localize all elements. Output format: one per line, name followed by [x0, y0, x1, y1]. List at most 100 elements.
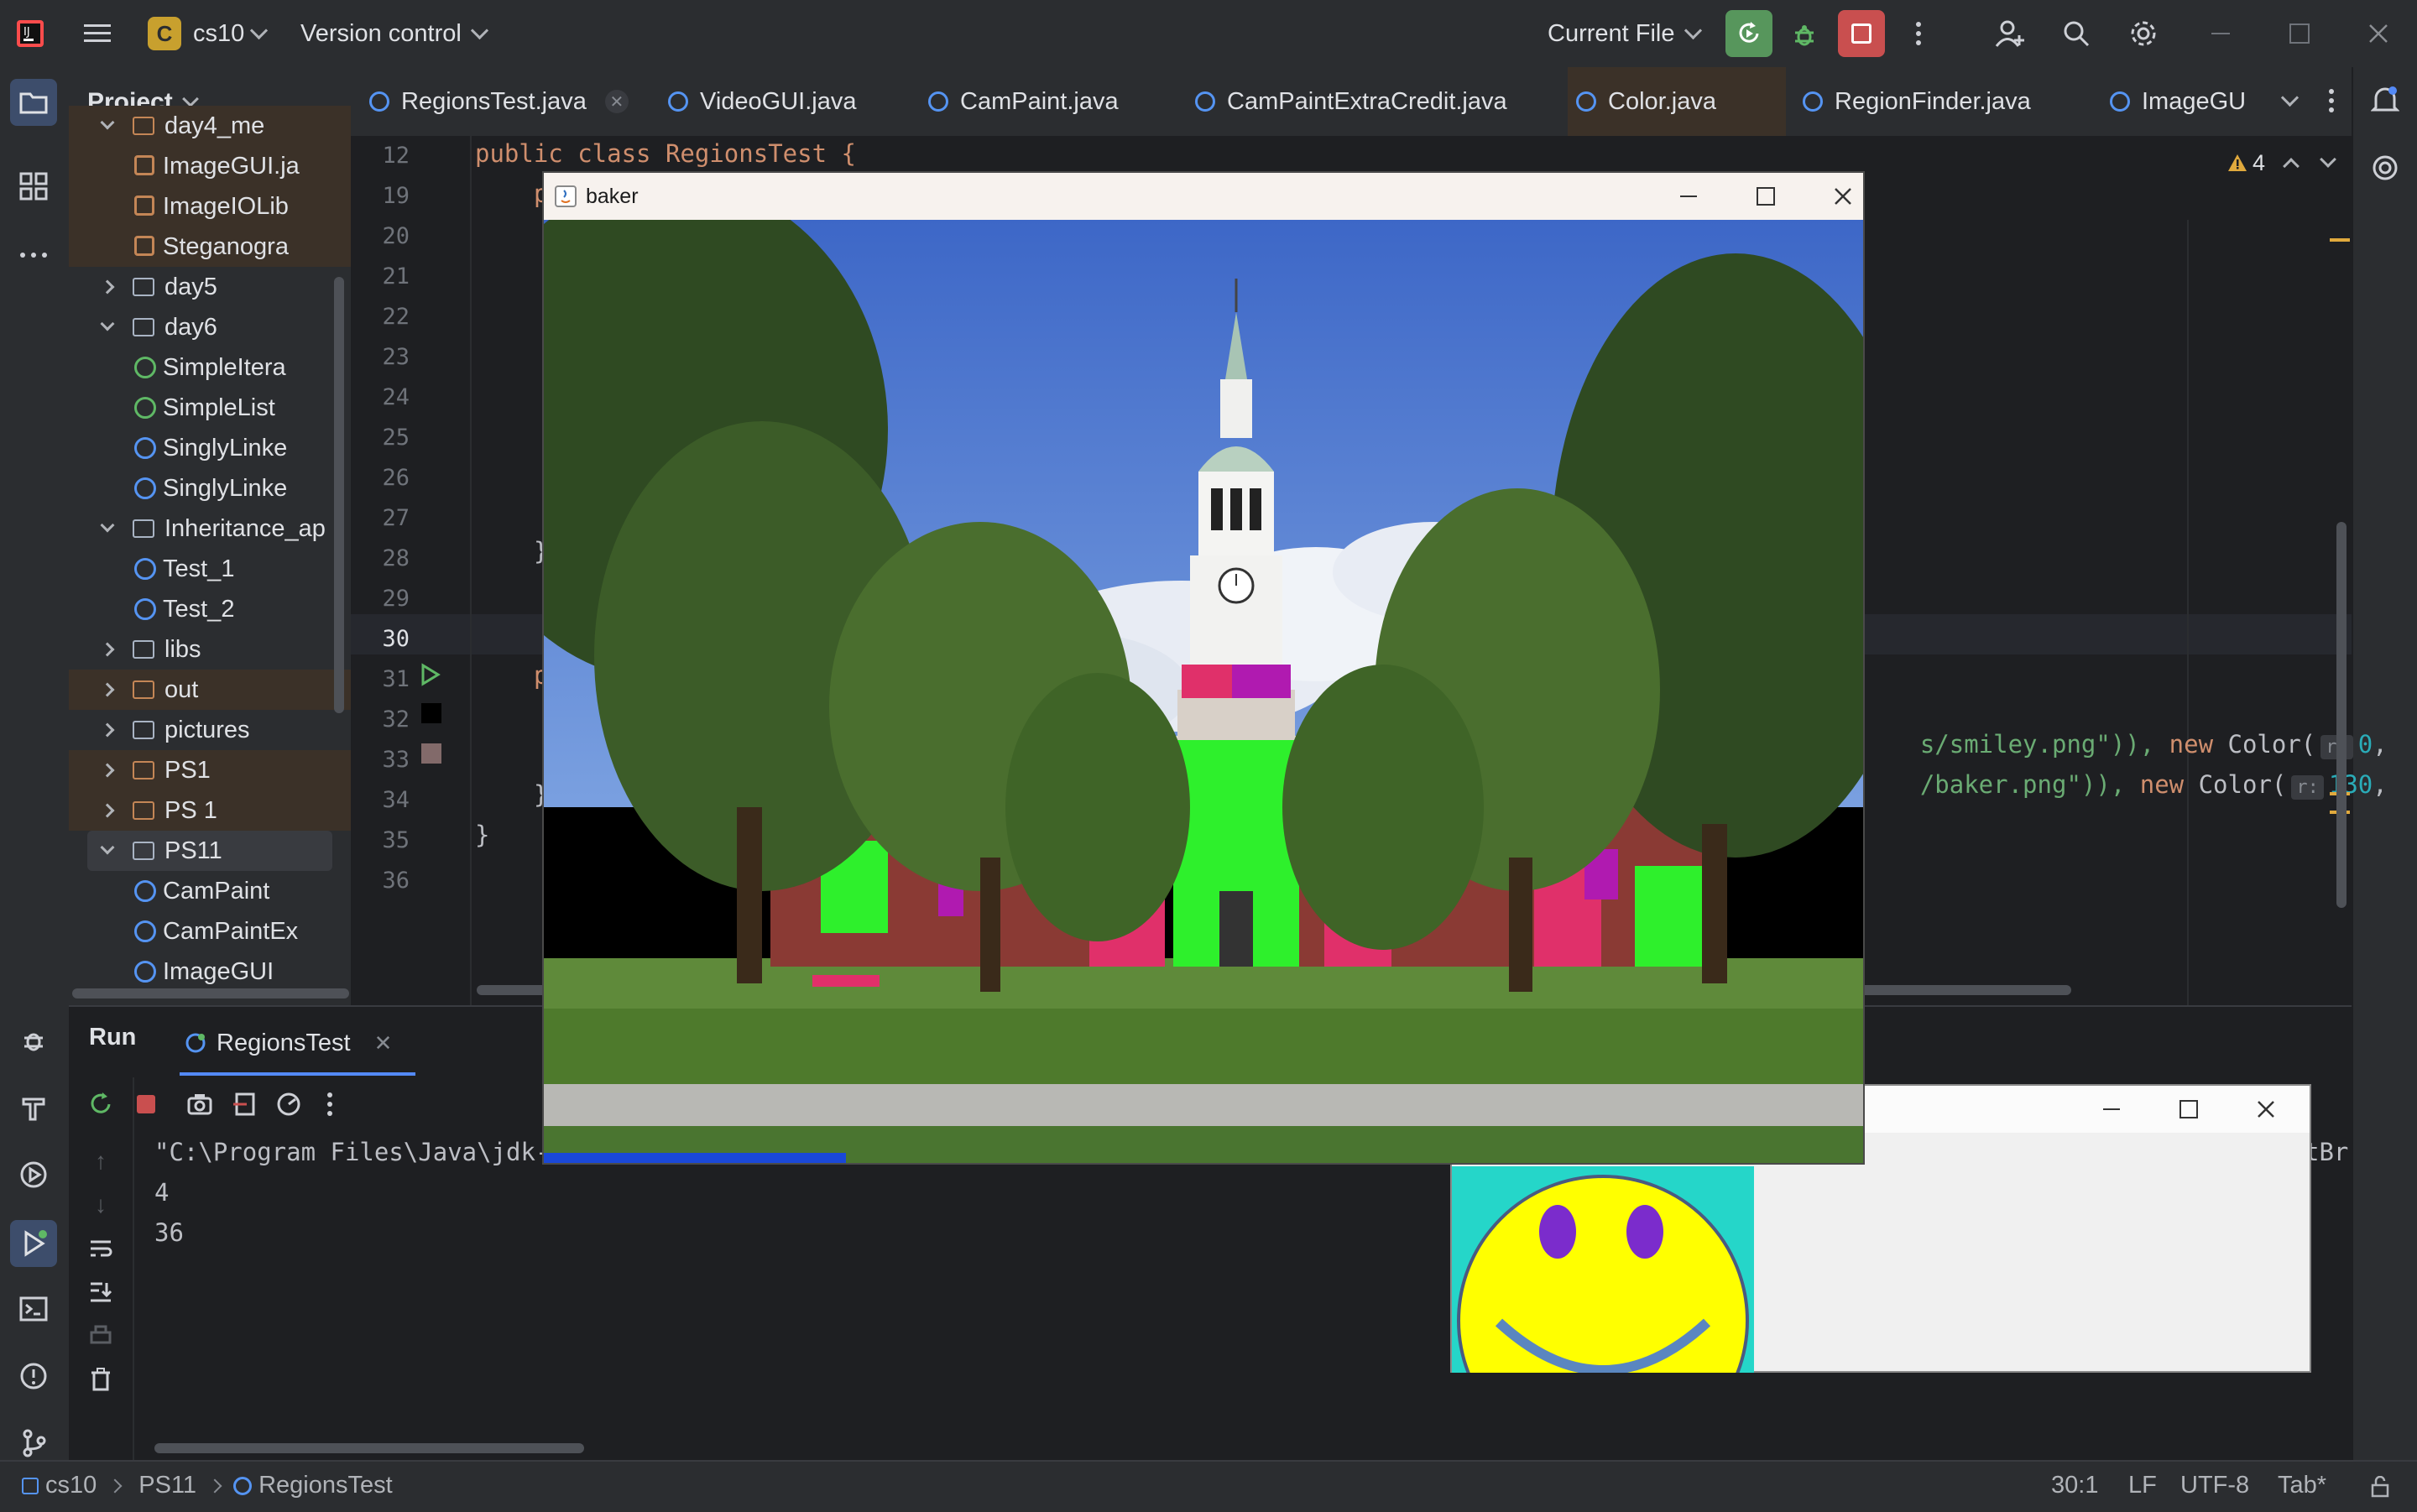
chevron-right-icon[interactable]	[100, 642, 115, 657]
chevron-down-icon[interactable]	[100, 518, 115, 533]
warning-stripe-mark[interactable]	[2330, 238, 2350, 242]
close-window-icon[interactable]	[1826, 181, 1860, 211]
editor-tab[interactable]: CamPaint.java	[928, 67, 1180, 136]
stop-button[interactable]	[1838, 10, 1885, 57]
scroll-up-icon[interactable]: ↑	[86, 1144, 116, 1178]
structure-tool-icon[interactable]	[15, 168, 52, 205]
run-tab-regionstest[interactable]: RegionsTest ✕	[180, 1014, 416, 1076]
problems-tool-icon[interactable]	[15, 1358, 52, 1395]
vcs-selector[interactable]: Version control	[300, 15, 488, 52]
services-tool-icon[interactable]	[15, 1156, 52, 1193]
tree-item[interactable]: CamPaint	[69, 871, 351, 911]
editor-tab[interactable]: VideoGUI.java	[668, 67, 911, 136]
editor-tab[interactable]: ImageGU	[2110, 67, 2261, 136]
chevron-right-icon[interactable]	[100, 722, 115, 738]
tree-item[interactable]: ImageGUI	[69, 952, 351, 992]
scroll-to-end-icon[interactable]	[84, 1275, 117, 1309]
editor-vertical-scrollbar[interactable]	[2336, 522, 2347, 908]
console-horizontal-scrollbar[interactable]	[154, 1443, 584, 1453]
line-separator[interactable]: LF	[2128, 1472, 2157, 1499]
breadcrumb-item[interactable]: PS11	[138, 1472, 196, 1499]
chevron-down-icon[interactable]	[100, 316, 115, 331]
tree-horizontal-scrollbar[interactable]	[72, 988, 349, 998]
minimize-window-icon[interactable]	[2095, 1094, 2128, 1124]
terminal-tool-icon[interactable]	[15, 1290, 52, 1327]
close-tab-icon[interactable]: ✕	[604, 90, 629, 113]
color-swatch-black[interactable]	[421, 703, 441, 723]
tab-list-chevron-icon[interactable]	[2273, 84, 2306, 117]
tree-item[interactable]: PS11	[87, 831, 332, 871]
run-tool-icon[interactable]	[10, 1220, 57, 1267]
tree-item[interactable]: Test_1	[69, 549, 351, 589]
close-window-icon[interactable]	[2360, 15, 2397, 52]
tree-item[interactable]: ImageGUI.ja	[69, 146, 351, 186]
settings-gear-icon[interactable]	[2125, 15, 2162, 52]
profiler-icon[interactable]	[272, 1087, 305, 1121]
tree-item[interactable]: Steganogra	[69, 227, 351, 267]
tree-item[interactable]: Test_2	[69, 589, 351, 629]
tree-item[interactable]: day6	[69, 307, 351, 347]
editor-tab[interactable]: RegionsTest.java ✕	[369, 67, 655, 139]
rerun-icon[interactable]	[84, 1087, 117, 1121]
color-swatch-brown[interactable]	[421, 743, 441, 764]
chevron-down-icon[interactable]	[100, 115, 115, 130]
tree-item[interactable]: pictures	[69, 710, 351, 750]
tree-item[interactable]: PS 1	[69, 790, 351, 831]
editor-tab[interactable]: Color.java	[1568, 67, 1786, 136]
debug-icon[interactable]	[1784, 15, 1824, 55]
file-encoding[interactable]: UTF-8	[2180, 1472, 2249, 1499]
ai-assistant-icon[interactable]	[2367, 149, 2404, 186]
maximize-window-icon[interactable]	[2281, 15, 2318, 52]
scroll-down-icon[interactable]: ↓	[86, 1188, 116, 1222]
tree-item[interactable]: ImageIOLib	[69, 186, 351, 227]
chevron-right-icon[interactable]	[100, 803, 115, 818]
maximize-window-icon[interactable]	[1749, 181, 1783, 211]
editor-tab[interactable]: CamPaintExtraCredit.java	[1195, 67, 1564, 136]
chevron-right-icon[interactable]	[100, 279, 115, 295]
chevron-down-icon[interactable]	[100, 840, 115, 855]
tree-item[interactable]: SimpleItera	[69, 347, 351, 388]
tree-item[interactable]: day4_me	[69, 106, 351, 146]
editor-tab[interactable]: RegionFinder.java	[1803, 67, 2088, 136]
lock-icon[interactable]	[2365, 1470, 2395, 1504]
tree-item[interactable]: day5	[69, 267, 351, 307]
run-config-selector[interactable]: Current File	[1548, 15, 1702, 52]
notifications-bell-icon[interactable]	[2367, 82, 2404, 119]
inspections-widget[interactable]: 4	[2227, 146, 2336, 180]
tree-item[interactable]: SinglyLinke	[69, 468, 351, 508]
soft-wrap-icon[interactable]	[84, 1232, 117, 1265]
more-tools-icon[interactable]	[15, 237, 52, 274]
baker-window-titlebar[interactable]: baker	[544, 173, 1863, 220]
rerun-button[interactable]	[1725, 10, 1772, 57]
project-tool-icon[interactable]	[10, 79, 57, 126]
git-tool-icon[interactable]	[15, 1425, 52, 1462]
run-more-icon[interactable]	[317, 1087, 342, 1121]
tree-item[interactable]: SimpleList	[69, 388, 351, 428]
search-icon[interactable]	[2058, 15, 2095, 52]
tree-item[interactable]: libs	[69, 629, 351, 670]
indent-setting[interactable]: Tab*	[2278, 1472, 2326, 1499]
chevron-right-icon[interactable]	[100, 682, 115, 697]
tree-item[interactable]: Inheritance_ap	[69, 508, 351, 549]
trash-icon[interactable]	[84, 1363, 117, 1396]
run-gutter-icon[interactable]	[418, 663, 443, 688]
close-window-icon[interactable]	[2249, 1094, 2283, 1124]
debug-tool-icon[interactable]	[15, 1022, 52, 1059]
tree-item[interactable]: out	[69, 670, 351, 710]
chevron-down-icon[interactable]	[2320, 151, 2336, 168]
build-tool-icon[interactable]	[15, 1089, 52, 1126]
minimize-window-icon[interactable]	[2202, 15, 2239, 52]
baker-image-window[interactable]: baker	[542, 171, 1865, 1165]
chevron-up-icon[interactable]	[2283, 158, 2300, 175]
minimize-window-icon[interactable]	[1672, 181, 1705, 211]
caret-position[interactable]: 30:1	[2051, 1472, 2098, 1499]
breadcrumb-item[interactable]: cs10	[45, 1472, 97, 1499]
tab-more-icon[interactable]	[2315, 84, 2348, 117]
tree-vertical-scrollbar[interactable]	[334, 277, 344, 713]
print-icon[interactable]	[84, 1319, 117, 1353]
main-menu-icon[interactable]	[81, 17, 114, 50]
stop-icon[interactable]	[129, 1087, 163, 1121]
maximize-window-icon[interactable]	[2172, 1094, 2206, 1124]
breadcrumb-item[interactable]: RegionsTest	[258, 1472, 393, 1499]
camera-icon[interactable]	[183, 1087, 217, 1121]
